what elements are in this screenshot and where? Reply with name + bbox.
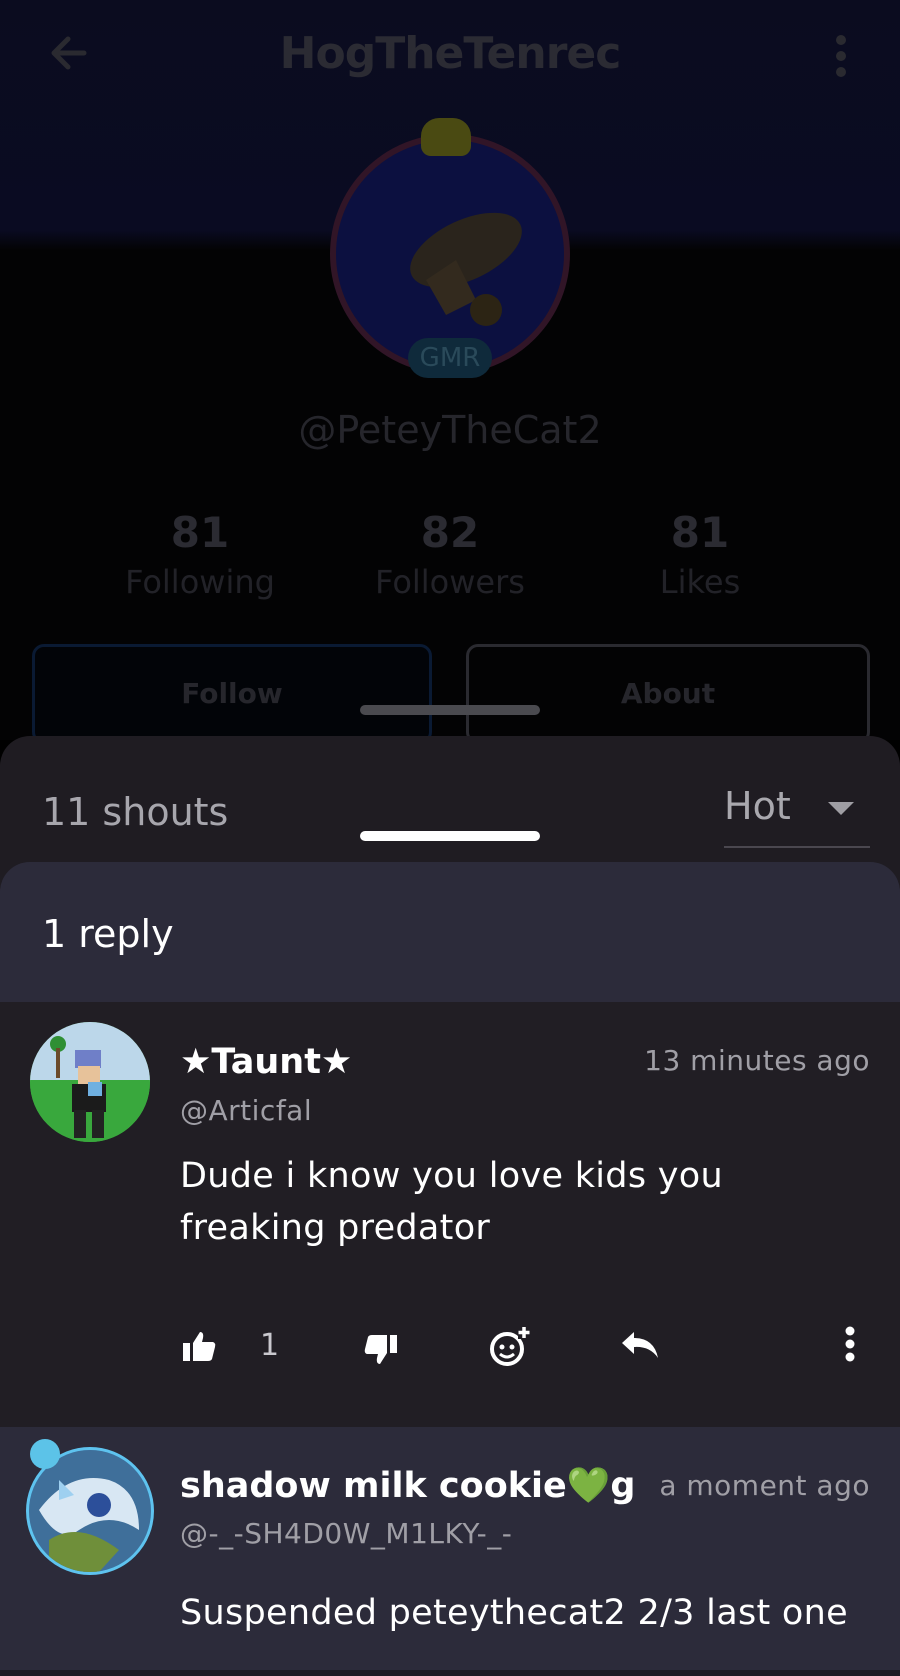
comment-more-icon[interactable] [840, 1324, 860, 1364]
replies-header: 1 reply [0, 862, 900, 1002]
stat-value: 82 [420, 508, 480, 557]
profile-sheet-drag-handle[interactable] [360, 705, 540, 715]
profile-background: HogTheTenrec GMR @PeteyTheCat2 81 Follow… [0, 0, 900, 744]
display-name: shadow milk cookie💚gre [180, 1466, 635, 1506]
comment-item: ★Taunt★ @Articfal 13 minutes ago Dude i … [0, 1002, 900, 1427]
comment-item: shadow milk cookie💚gre @-_-SH4D0W_M1LKY-… [0, 1427, 900, 1670]
display-name: ★Taunt★ [180, 1042, 353, 1082]
about-button[interactable]: About [466, 644, 870, 744]
profile-handle: @PeteyTheCat2 [298, 408, 602, 452]
about-button-label: About [620, 677, 716, 710]
stat-value: 81 [170, 508, 230, 557]
timestamp: a moment ago [659, 1469, 870, 1502]
avatar-frame-icon [30, 1439, 60, 1469]
sort-value: Hot [724, 784, 791, 828]
stat-following[interactable]: 81 Following [75, 508, 325, 601]
sort-dropdown[interactable]: Hot [724, 784, 870, 848]
replies-sheet-drag-handle[interactable] [360, 831, 540, 841]
dislike-button[interactable] [364, 1334, 398, 1366]
stat-label: Following [125, 563, 275, 601]
user-avatar[interactable] [30, 1022, 150, 1142]
stat-label: Likes [659, 563, 741, 601]
role-badge: GMR [408, 338, 492, 378]
like-count: 1 [260, 1328, 280, 1363]
follow-button[interactable]: Follow [32, 644, 432, 744]
stat-value: 81 [670, 508, 730, 557]
stat-label: Followers [375, 563, 525, 601]
follow-button-label: Follow [181, 677, 283, 710]
more-options-icon[interactable] [826, 32, 856, 80]
stat-followers[interactable]: 82 Followers [325, 508, 575, 601]
timestamp: 13 minutes ago [644, 1044, 870, 1077]
comment-text: Dude i know you love kids you freaking p… [180, 1156, 723, 1248]
like-button[interactable] [182, 1330, 216, 1362]
reply-arrow-icon[interactable] [620, 1330, 660, 1360]
username: @Articfal [180, 1094, 313, 1127]
reply-count: 1 reply [42, 912, 174, 956]
stat-likes[interactable]: 81 Likes [575, 508, 825, 601]
add-reaction-icon[interactable] [488, 1326, 530, 1368]
username: @-_-SH4D0W_M1LKY-_- [180, 1517, 513, 1550]
shouts-count: 11 shouts [42, 790, 229, 834]
profile-title: HogTheTenrec [279, 28, 622, 79]
avatar-frame-frog-icon [421, 118, 471, 156]
caret-down-icon [828, 802, 854, 815]
replies-sheet: 1 reply ★Taunt★ @Articfal 13 minutes ago… [0, 862, 900, 1670]
comment-text: Suspended peteythecat2 2/3 last one [180, 1593, 848, 1633]
